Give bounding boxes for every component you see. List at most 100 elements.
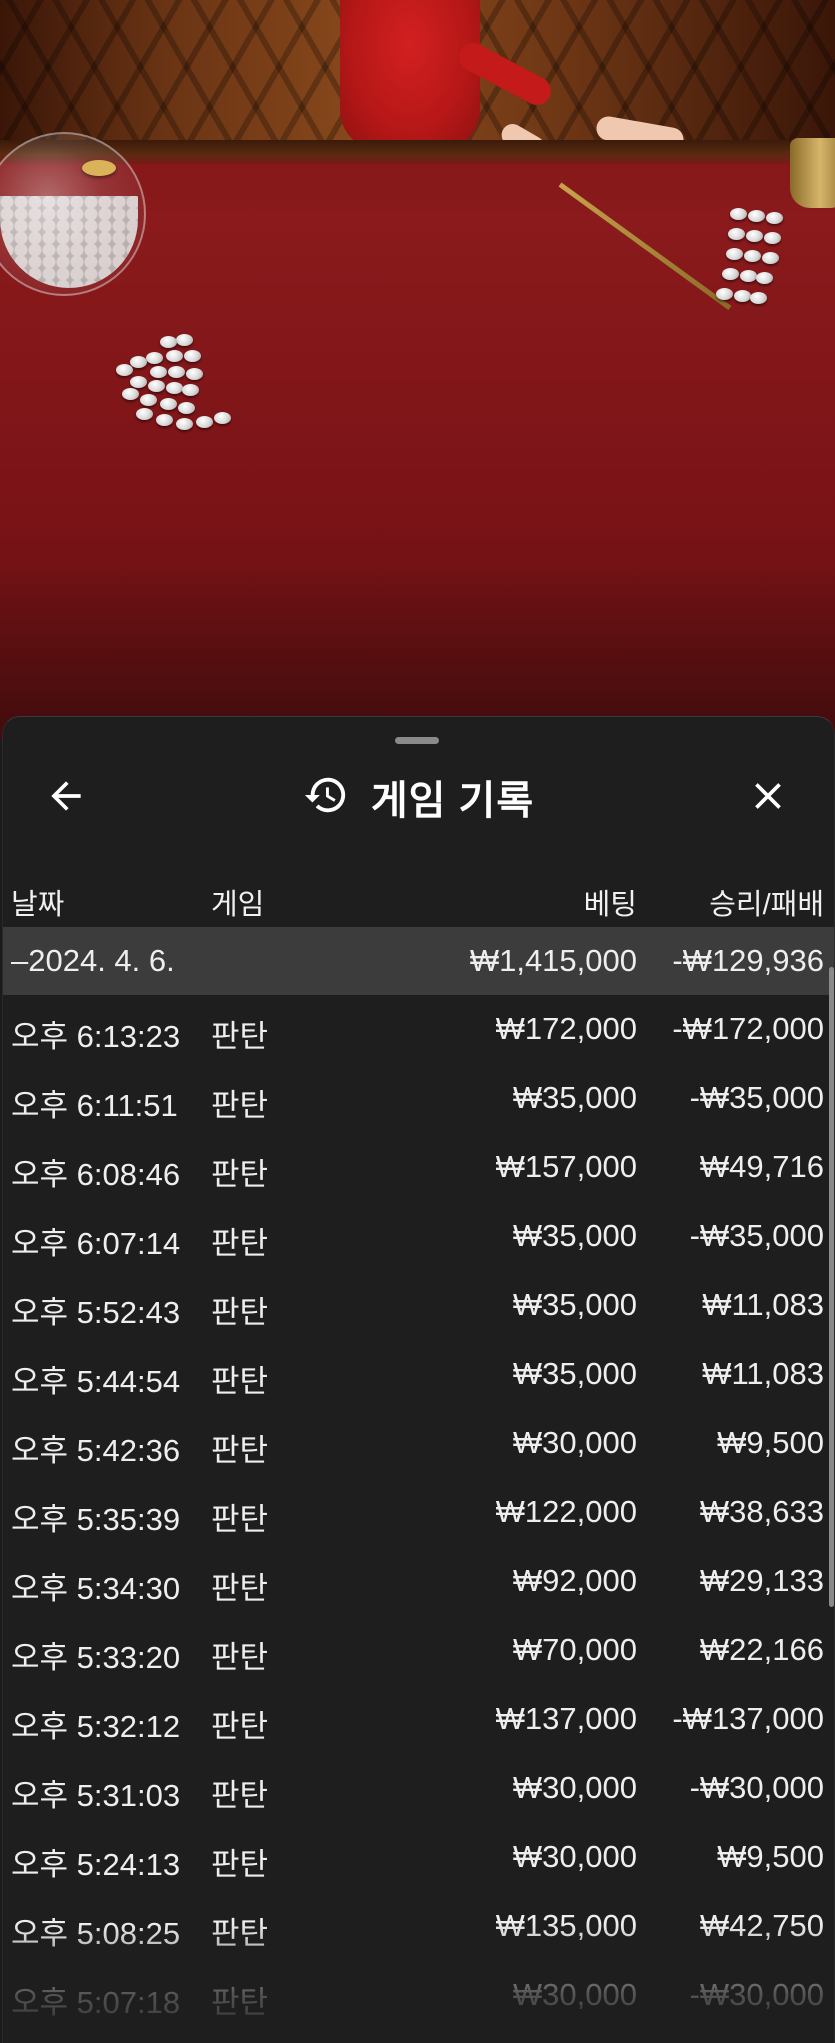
- row-time: 오후 6:11:51: [11, 1088, 178, 1123]
- table-row[interactable]: 오후 5:33:20 판탄 ₩70,000 ₩22,166: [3, 1616, 834, 1685]
- bead: [136, 408, 153, 420]
- row-game: 판탄: [211, 1847, 269, 1882]
- table-row[interactable]: 오후 6:13:23 판탄 ₩172,000 -₩172,000: [3, 995, 834, 1064]
- bead: [722, 268, 739, 280]
- table-row[interactable]: 오후 5:44:54 판탄 ₩35,000 ₩11,083: [3, 1340, 834, 1409]
- title-wrap: 게임 기록: [3, 761, 834, 833]
- column-date[interactable]: 날짜: [11, 881, 64, 923]
- row-game: 판탄: [211, 1985, 269, 2020]
- row-time: 오후 5:52:43: [11, 1295, 181, 1330]
- bead: [178, 402, 195, 414]
- bead: [160, 336, 177, 348]
- row-bet: ₩30,000: [512, 1839, 637, 1874]
- bead: [214, 412, 231, 424]
- bead: [748, 210, 765, 222]
- row-game: 판탄: [211, 1709, 269, 1744]
- row-result: ₩49,716: [699, 1149, 824, 1184]
- bead: [130, 376, 147, 388]
- table-row[interactable]: 오후 6:08:46 판탄 ₩157,000 ₩49,716: [3, 1133, 834, 1202]
- row-result: ₩22,166: [699, 1632, 824, 1667]
- bead: [728, 228, 745, 240]
- row-result: -₩30,000: [689, 1977, 824, 2012]
- row-bet: ₩172,000: [495, 1011, 637, 1046]
- row-game: 판탄: [211, 1157, 269, 1192]
- row-game: 판탄: [211, 1778, 269, 1813]
- row-time: 오후 5:42:36: [11, 1433, 181, 1468]
- table-row[interactable]: 오후 5:08:25 판탄 ₩135,000 ₩42,750: [3, 1892, 834, 1961]
- table-row[interactable]: 오후 5:24:13 판탄 ₩30,000 ₩9,500: [3, 1823, 834, 1892]
- row-result: -₩137,000: [672, 1701, 824, 1736]
- table-row[interactable]: 오후 5:07:18 판탄 ₩30,000 -₩30,000: [3, 1961, 834, 2030]
- bead: [122, 388, 139, 400]
- date-group-result: -₩129,936: [672, 943, 824, 978]
- row-bet: ₩35,000: [512, 1080, 637, 1115]
- row-time: 오후 5:33:20: [11, 1640, 181, 1675]
- close-button[interactable]: [743, 773, 793, 823]
- row-game: 판탄: [211, 1226, 269, 1261]
- bead: [116, 364, 133, 376]
- table-row[interactable]: 오후 5:31:03 판탄 ₩30,000 -₩30,000: [3, 1754, 834, 1823]
- row-bet: ₩30,000: [512, 1425, 637, 1460]
- bead: [182, 384, 199, 396]
- arrow-left-icon: [44, 774, 88, 823]
- date-group-row[interactable]: –2024. 4. 6. ₩1,415,000 -₩129,936: [3, 927, 834, 995]
- page-title: 게임 기록: [370, 779, 535, 823]
- game-history-sheet: 게임 기록 날짜 게임 베팅 승리/패배 –2024. 4. 6. ₩1,415…: [2, 716, 835, 2043]
- bead: [130, 356, 147, 368]
- column-game[interactable]: 게임: [211, 881, 264, 923]
- row-result: ₩11,083: [702, 1356, 824, 1391]
- date-group-bet: ₩1,415,000: [469, 943, 637, 978]
- row-game: 판탄: [211, 1088, 269, 1123]
- row-time: 오후 5:08:25: [11, 1916, 181, 1951]
- table-row[interactable]: 오후 5:52:43 판탄 ₩35,000 ₩11,083: [3, 1271, 834, 1340]
- row-bet: ₩35,000: [512, 1218, 637, 1253]
- table-row[interactable]: 오후 5:32:12 판탄 ₩137,000 -₩137,000: [3, 1685, 834, 1754]
- bead: [168, 366, 185, 378]
- bead: [146, 352, 163, 364]
- bead: [750, 292, 767, 304]
- row-time: 오후 5:24:13: [11, 1847, 181, 1882]
- date-group-label: –2024. 4. 6.: [11, 943, 175, 978]
- row-time: 오후 5:44:54: [11, 1364, 181, 1399]
- row-bet: ₩137,000: [495, 1701, 637, 1736]
- column-result[interactable]: 승리/패배: [709, 881, 824, 923]
- table-row[interactable]: 오후 5:42:36 판탄 ₩30,000 ₩9,500: [3, 1409, 834, 1478]
- table-row[interactable]: 오후 6:11:51 판탄 ₩35,000 -₩35,000: [3, 1064, 834, 1133]
- row-result: -₩35,000: [689, 1080, 824, 1115]
- row-result: ₩9,500: [717, 1839, 824, 1874]
- back-button[interactable]: [41, 773, 91, 823]
- drag-handle[interactable]: [395, 737, 439, 744]
- bead: [196, 416, 213, 428]
- column-bet[interactable]: 베팅: [584, 881, 637, 923]
- row-bet: ₩157,000: [495, 1149, 637, 1184]
- row-result: ₩29,133: [699, 1563, 824, 1598]
- row-bet: ₩30,000: [512, 1770, 637, 1805]
- bead: [756, 272, 773, 284]
- bead: [734, 290, 751, 302]
- bead: [166, 382, 183, 394]
- row-time: 오후 5:34:30: [11, 1571, 181, 1606]
- row-bet: ₩122,000: [495, 1494, 637, 1529]
- live-table-video: [0, 0, 835, 740]
- row-result: -₩35,000: [689, 1218, 824, 1253]
- row-time: 오후 5:32:12: [11, 1709, 181, 1744]
- bead: [156, 414, 173, 426]
- scene-shadow: [0, 560, 835, 740]
- bead: [150, 366, 167, 378]
- bowl-knob: [82, 160, 116, 176]
- bead: [184, 350, 201, 362]
- row-result: -₩172,000: [672, 1011, 824, 1046]
- history-icon: [303, 772, 349, 823]
- table-row[interactable]: 오후 5:34:30 판탄 ₩92,000 ₩29,133: [3, 1547, 834, 1616]
- row-bet: ₩70,000: [512, 1632, 637, 1667]
- row-result: -₩30,000: [689, 1770, 824, 1805]
- bead: [716, 288, 733, 300]
- row-bet: ₩30,000: [512, 1977, 637, 2012]
- table-row[interactable]: 오후 5:35:39 판탄 ₩122,000 ₩38,633: [3, 1478, 834, 1547]
- bead: [744, 250, 761, 262]
- bead: [746, 230, 763, 242]
- dealer-stick: [558, 182, 732, 310]
- table-row[interactable]: 오후 6:07:14 판탄 ₩35,000 -₩35,000: [3, 1202, 834, 1271]
- scrollbar[interactable]: [829, 967, 834, 1607]
- row-game: 판탄: [211, 1916, 269, 1951]
